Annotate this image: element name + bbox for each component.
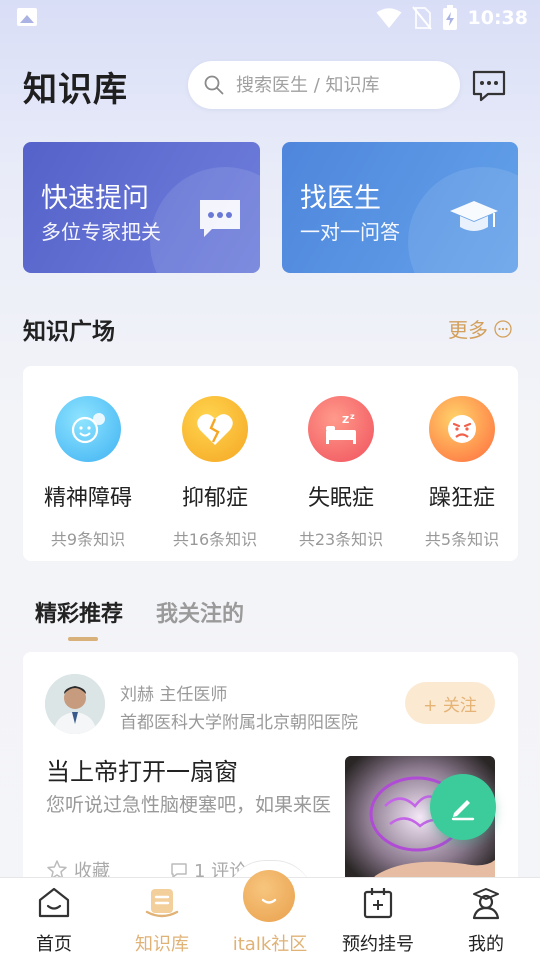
category-depression[interactable]: 抑郁症 共16条知识: [153, 396, 277, 550]
category-mental-disorder[interactable]: 精神障碍 共9条知识: [26, 396, 150, 550]
no-sim-icon: [411, 6, 432, 30]
italk-logo-icon[interactable]: [243, 870, 295, 922]
search-icon: [204, 75, 224, 95]
article-excerpt: 您听说过急性脑梗塞吧，如果来医: [46, 794, 332, 816]
nav-knowledge-label: 知识库: [135, 934, 189, 955]
sleep-bed-icon: Z z: [308, 396, 374, 462]
knowledge-book-icon: [145, 889, 179, 918]
category-count: 共5条知识: [424, 530, 500, 549]
nav-home-label: 首页: [36, 934, 72, 955]
status-time: 10:38: [467, 7, 528, 29]
nav-mine[interactable]: 我的: [432, 878, 540, 960]
tab-indicator: [68, 637, 98, 641]
battery-charging-icon: [442, 5, 457, 30]
more-label: 更多: [448, 318, 488, 342]
nav-appointment-label: 预约挂号: [342, 934, 414, 955]
angry-face-icon: [429, 396, 495, 462]
category-count: 共16条知识: [172, 530, 258, 549]
find-doctor-subtitle: 一对一问答: [300, 220, 400, 244]
hospital-name: 首都医科大学附属北京朝阳医院: [120, 713, 358, 733]
knowledge-square-title: 知识广场: [23, 319, 115, 345]
author-name: 刘赫 主任医师: [120, 685, 228, 705]
category-name: 抑郁症: [181, 486, 248, 511]
svg-text:Z: Z: [342, 415, 349, 426]
tab-following[interactable]: 我关注的: [156, 596, 244, 628]
calendar-plus-icon: [363, 888, 393, 919]
nav-appointment[interactable]: 预约挂号: [324, 878, 432, 960]
status-bar: 10:38: [0, 0, 540, 36]
tab-recommended[interactable]: 精彩推荐: [35, 596, 123, 628]
profile-icon: [472, 888, 500, 920]
more-dots-icon: [494, 319, 512, 338]
broken-heart-icon: [182, 396, 248, 462]
nav-knowledge[interactable]: 知识库: [108, 878, 216, 960]
quick-question-subtitle: 多位专家把关: [41, 220, 161, 244]
category-panel: 精神障碍 共9条知识 抑郁症 共16条知识 Z z 失眠症 共23条知识 躁狂症…: [23, 366, 518, 561]
nav-mine-label: 我的: [468, 934, 504, 955]
chat-bubble-icon: [200, 200, 240, 237]
smile-face-icon: [55, 396, 121, 462]
quick-question-card[interactable]: 快速提问 多位专家把关: [23, 142, 260, 273]
nav-home[interactable]: 首页: [0, 878, 108, 960]
gallery-notification-icon: [17, 8, 37, 26]
category-name: 精神障碍: [43, 486, 132, 511]
graduation-cap-icon: [450, 201, 498, 231]
find-doctor-title: 找医生: [300, 183, 381, 214]
find-doctor-card[interactable]: 找医生 一对一问答: [282, 142, 518, 273]
search-input[interactable]: [236, 74, 446, 96]
quick-question-title: 快速提问: [41, 183, 149, 214]
article-title[interactable]: 当上帝打开一扇窗: [46, 752, 238, 787]
nav-italk-label: italk社区: [232, 934, 308, 955]
message-icon[interactable]: [470, 68, 508, 104]
category-name: 失眠症: [307, 486, 374, 511]
page-title: 知识库: [23, 70, 128, 110]
more-link[interactable]: 更多: [448, 314, 512, 343]
svg-text:z: z: [350, 412, 355, 421]
follow-button[interactable]: + 关注: [405, 682, 495, 724]
home-icon: [38, 887, 70, 918]
avatar[interactable]: [45, 674, 105, 734]
wifi-icon: [376, 8, 402, 28]
category-insomnia[interactable]: Z z 失眠症 共23条知识: [279, 396, 403, 550]
category-name: 躁狂症: [428, 486, 495, 511]
compose-fab[interactable]: [430, 774, 496, 840]
search-bar[interactable]: [188, 61, 460, 109]
category-count: 共23条知识: [298, 530, 384, 549]
pencil-icon: [451, 800, 475, 821]
category-mania[interactable]: 躁狂症 共5条知识: [400, 396, 524, 550]
category-count: 共9条知识: [50, 530, 126, 549]
article-card[interactable]: 刘赫 主任医师 首都医科大学附属北京朝阳医院 + 关注 当上帝打开一扇窗 您听说…: [23, 652, 518, 892]
